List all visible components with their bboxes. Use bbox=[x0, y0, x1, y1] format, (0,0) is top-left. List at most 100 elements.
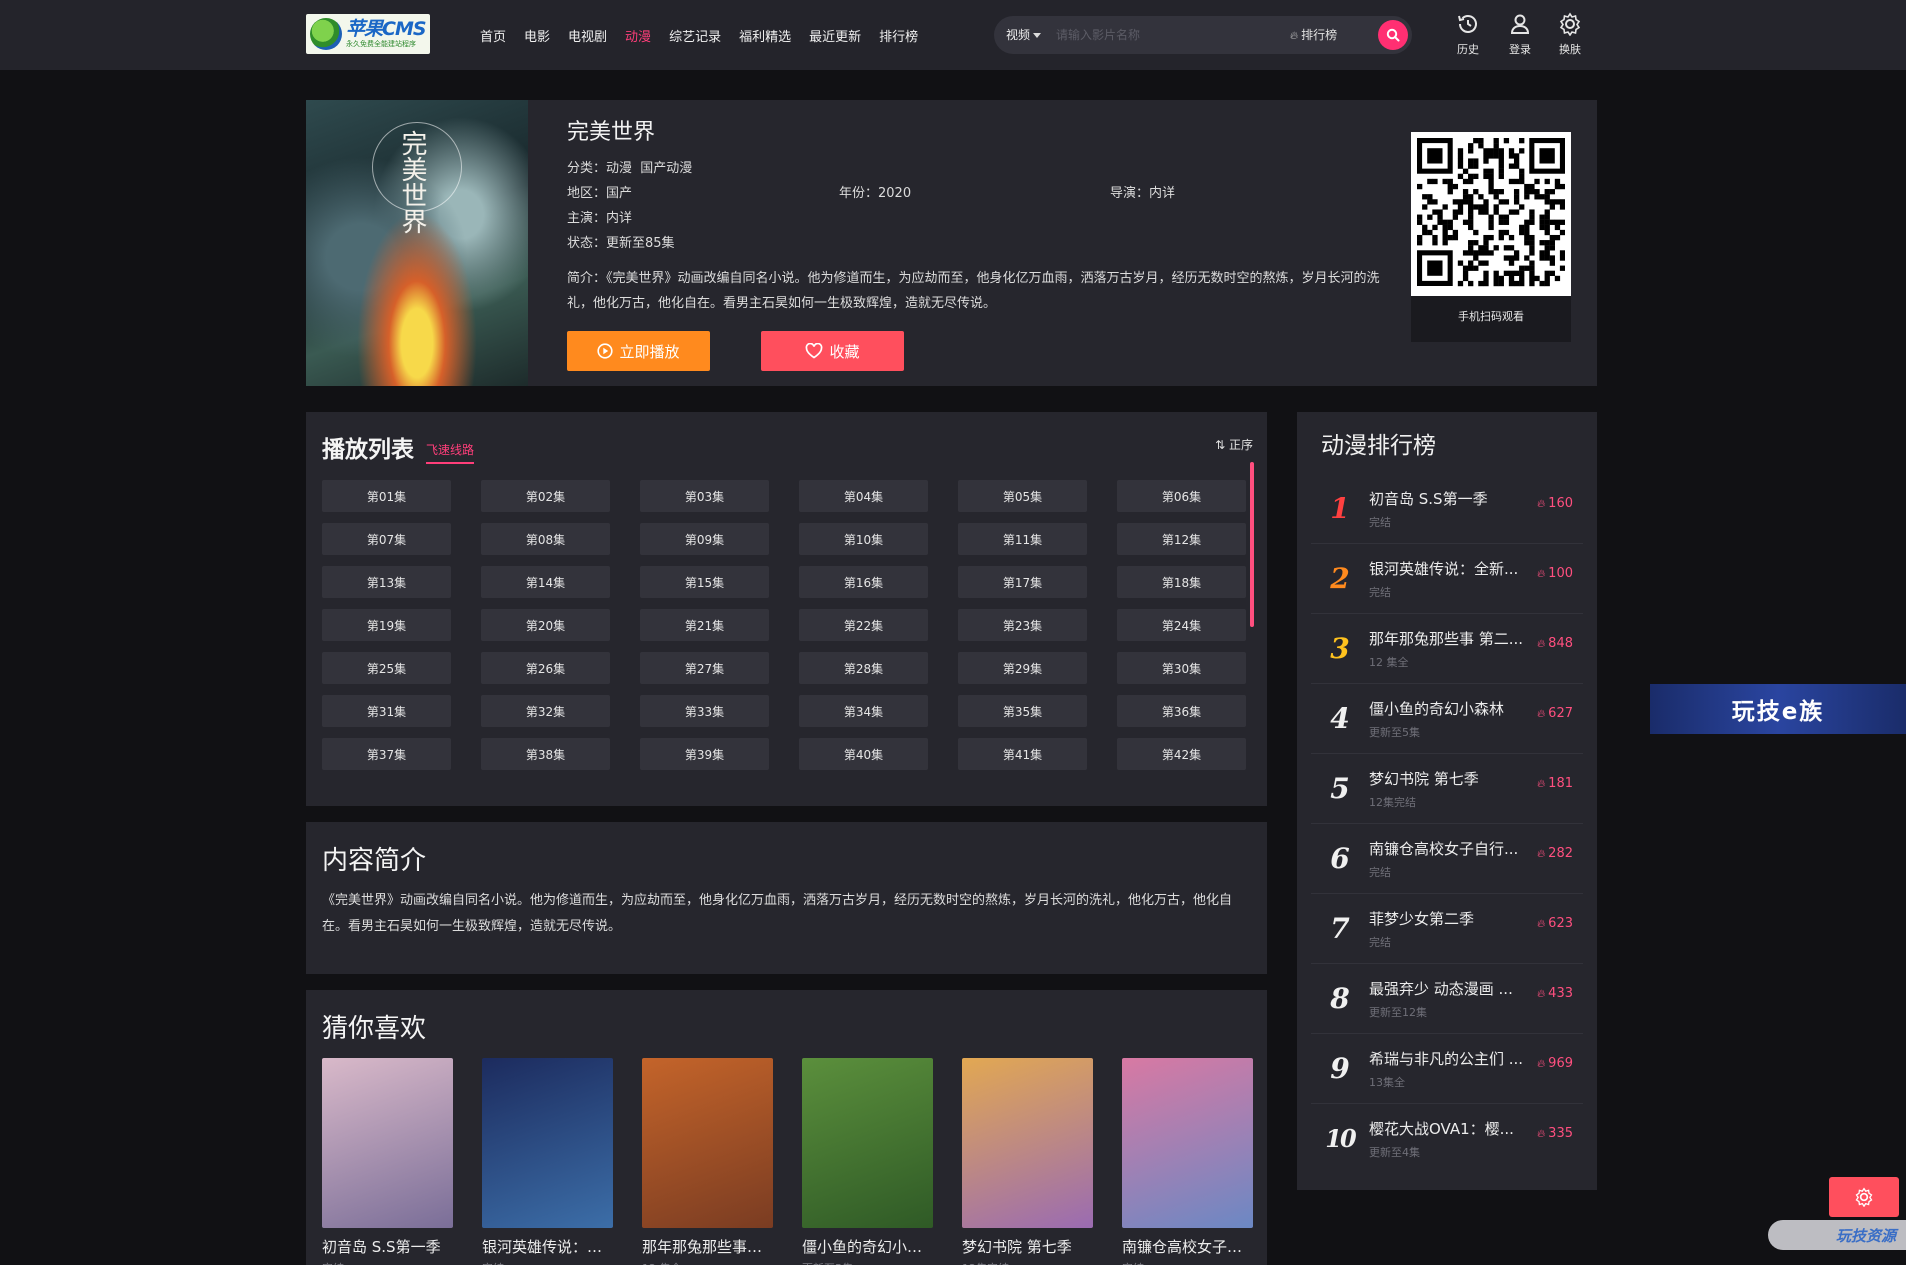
episode-button[interactable]: 第26集 bbox=[481, 652, 610, 684]
episode-button[interactable]: 第22集 bbox=[799, 609, 928, 641]
history-button[interactable]: 历史 bbox=[1448, 12, 1488, 57]
episode-button[interactable]: 第19集 bbox=[322, 609, 451, 641]
search-category-dropdown[interactable]: 视频 bbox=[1006, 16, 1042, 54]
ad-banner[interactable]: 玩技e族 bbox=[1650, 684, 1906, 734]
nav-item-home[interactable]: 首页 bbox=[480, 26, 506, 45]
search-input[interactable] bbox=[1056, 25, 1276, 45]
recommend-name[interactable]: 南镰仓高校女子… bbox=[1122, 1236, 1253, 1257]
recommend-card[interactable]: 南镰仓高校女子… 完结 bbox=[1122, 1058, 1253, 1265]
episode-button[interactable]: 第28集 bbox=[799, 652, 928, 684]
episode-button[interactable]: 第41集 bbox=[958, 738, 1087, 770]
meta-director-value[interactable]: 内详 bbox=[1149, 186, 1175, 201]
episode-button[interactable]: 第36集 bbox=[1117, 695, 1246, 727]
recommend-thumbnail[interactable] bbox=[962, 1058, 1093, 1228]
sort-toggle[interactable]: ⇅ 正序 bbox=[1215, 436, 1253, 453]
recommend-card[interactable]: 梦幻书院 第七季 12集完结 bbox=[962, 1058, 1093, 1265]
episode-button[interactable]: 第33集 bbox=[640, 695, 769, 727]
episode-button[interactable]: 第23集 bbox=[958, 609, 1087, 641]
recommend-name[interactable]: 初音岛 S.S第一季 bbox=[322, 1236, 453, 1257]
recommend-name[interactable]: 僵小鱼的奇幻小… bbox=[802, 1236, 933, 1257]
episode-button[interactable]: 第18集 bbox=[1117, 566, 1246, 598]
ranking-item[interactable]: 10 樱花大战OVA1：樱... 更新至4集 🔥︎ 335 bbox=[1311, 1104, 1583, 1174]
episode-button[interactable]: 第05集 bbox=[958, 480, 1087, 512]
episode-button[interactable]: 第38集 bbox=[481, 738, 610, 770]
nav-item-recent[interactable]: 最近更新 bbox=[809, 26, 861, 45]
rank-title[interactable]: 银河英雄传说：全新... bbox=[1369, 558, 1535, 579]
rank-title[interactable]: 初音岛 S.S第一季 bbox=[1369, 488, 1535, 509]
recommend-thumbnail[interactable] bbox=[482, 1058, 613, 1228]
site-logo[interactable]: 苹果CMS 永久免费全能建站程序 bbox=[306, 14, 430, 54]
episode-button[interactable]: 第02集 bbox=[481, 480, 610, 512]
episode-button[interactable]: 第39集 bbox=[640, 738, 769, 770]
episode-button[interactable]: 第17集 bbox=[958, 566, 1087, 598]
recommend-card[interactable]: 初音岛 S.S第一季完结 bbox=[322, 1058, 453, 1265]
recommend-thumbnail[interactable] bbox=[322, 1058, 453, 1228]
episode-button[interactable]: 第29集 bbox=[958, 652, 1087, 684]
episode-button[interactable]: 第42集 bbox=[1117, 738, 1246, 770]
recommend-thumbnail[interactable] bbox=[802, 1058, 933, 1228]
episode-button[interactable]: 第03集 bbox=[640, 480, 769, 512]
meta-category-value[interactable]: 动漫 国产动漫 bbox=[606, 161, 692, 176]
episode-button[interactable]: 第11集 bbox=[958, 523, 1087, 555]
video-poster[interactable]: 完美世界 bbox=[306, 100, 528, 386]
rank-title[interactable]: 最强弃少 动态漫画 ... bbox=[1369, 978, 1535, 999]
floating-settings-button[interactable] bbox=[1829, 1177, 1899, 1217]
meta-region-value[interactable]: 国产 bbox=[606, 186, 632, 201]
episode-button[interactable]: 第25集 bbox=[322, 652, 451, 684]
recommend-card[interactable]: 僵小鱼的奇幻小… 更新至5集 bbox=[802, 1058, 933, 1265]
ranking-item[interactable]: 8 最强弃少 动态漫画 ... 更新至12集 🔥︎ 433 bbox=[1311, 964, 1583, 1034]
nav-item-movie[interactable]: 电影 bbox=[524, 26, 550, 45]
nav-item-anime[interactable]: 动漫 bbox=[625, 26, 651, 45]
login-button[interactable]: 登录 bbox=[1500, 12, 1540, 57]
episode-button[interactable]: 第12集 bbox=[1117, 523, 1246, 555]
episode-button[interactable]: 第40集 bbox=[799, 738, 928, 770]
episode-button[interactable]: 第10集 bbox=[799, 523, 928, 555]
nav-item-tv[interactable]: 电视剧 bbox=[568, 26, 607, 45]
search-button[interactable] bbox=[1378, 20, 1408, 50]
ranking-item[interactable]: 1 初音岛 S.S第一季 完结 🔥︎ 160 bbox=[1311, 474, 1583, 544]
meta-year-value[interactable]: 2020 bbox=[878, 186, 911, 201]
episode-button[interactable]: 第30集 bbox=[1117, 652, 1246, 684]
episode-button[interactable]: 第32集 bbox=[481, 695, 610, 727]
rank-title[interactable]: 希瑞与非凡的公主们 ... bbox=[1369, 1048, 1535, 1069]
recommend-name[interactable]: 那年那兔那些事… bbox=[642, 1236, 773, 1257]
play-now-button[interactable]: 立即播放 bbox=[567, 331, 710, 371]
ranking-item[interactable]: 9 希瑞与非凡的公主们 ... 13集全 🔥︎ 969 bbox=[1311, 1034, 1583, 1104]
recommend-name[interactable]: 银河英雄传说：全新… bbox=[482, 1236, 613, 1257]
meta-actor-value[interactable]: 内详 bbox=[606, 211, 632, 226]
episode-button[interactable]: 第08集 bbox=[481, 523, 610, 555]
episode-button[interactable]: 第35集 bbox=[958, 695, 1087, 727]
nav-item-welfare[interactable]: 福利精选 bbox=[739, 26, 791, 45]
episode-button[interactable]: 第14集 bbox=[481, 566, 610, 598]
ranking-item[interactable]: 2 银河英雄传说：全新... 完结 🔥︎ 100 bbox=[1311, 544, 1583, 614]
episode-button[interactable]: 第20集 bbox=[481, 609, 610, 641]
rank-title[interactable]: 僵小鱼的奇幻小森林 bbox=[1369, 698, 1535, 719]
recommend-card[interactable]: 银河英雄传说：全新… 完结 bbox=[482, 1058, 613, 1265]
ranking-item[interactable]: 6 南镰仓高校女子自行... 完结 🔥︎ 282 bbox=[1311, 824, 1583, 894]
episode-button[interactable]: 第04集 bbox=[799, 480, 928, 512]
rank-title[interactable]: 南镰仓高校女子自行... bbox=[1369, 838, 1535, 859]
search-rank-link[interactable]: 🔥︎ 排行榜 bbox=[1290, 16, 1337, 54]
recommend-thumbnail[interactable] bbox=[1122, 1058, 1253, 1228]
episode-button[interactable]: 第16集 bbox=[799, 566, 928, 598]
episode-button[interactable]: 第01集 bbox=[322, 480, 451, 512]
episode-button[interactable]: 第21集 bbox=[640, 609, 769, 641]
playlist-scrollbar[interactable] bbox=[1250, 462, 1254, 627]
favorite-button[interactable]: 收藏 bbox=[761, 331, 904, 371]
episode-button[interactable]: 第15集 bbox=[640, 566, 769, 598]
nav-item-ranking[interactable]: 排行榜 bbox=[879, 26, 918, 45]
recommend-thumbnail[interactable] bbox=[642, 1058, 773, 1228]
ranking-item[interactable]: 7 菲梦少女第二季 完结 🔥︎ 623 bbox=[1311, 894, 1583, 964]
episode-button[interactable]: 第27集 bbox=[640, 652, 769, 684]
episode-button[interactable]: 第34集 bbox=[799, 695, 928, 727]
nav-item-variety[interactable]: 综艺记录 bbox=[669, 26, 721, 45]
episode-button[interactable]: 第24集 bbox=[1117, 609, 1246, 641]
recommend-name[interactable]: 梦幻书院 第七季 bbox=[962, 1236, 1093, 1257]
ranking-item[interactable]: 5 梦幻书院 第七季 12集完结 🔥︎ 181 bbox=[1311, 754, 1583, 824]
rank-title[interactable]: 菲梦少女第二季 bbox=[1369, 908, 1535, 929]
episode-button[interactable]: 第09集 bbox=[640, 523, 769, 555]
skin-button[interactable]: 换肤 bbox=[1550, 12, 1590, 57]
rank-title[interactable]: 那年那兔那些事 第二... bbox=[1369, 628, 1535, 649]
rank-title[interactable]: 樱花大战OVA1：樱... bbox=[1369, 1118, 1535, 1139]
episode-button[interactable]: 第31集 bbox=[322, 695, 451, 727]
